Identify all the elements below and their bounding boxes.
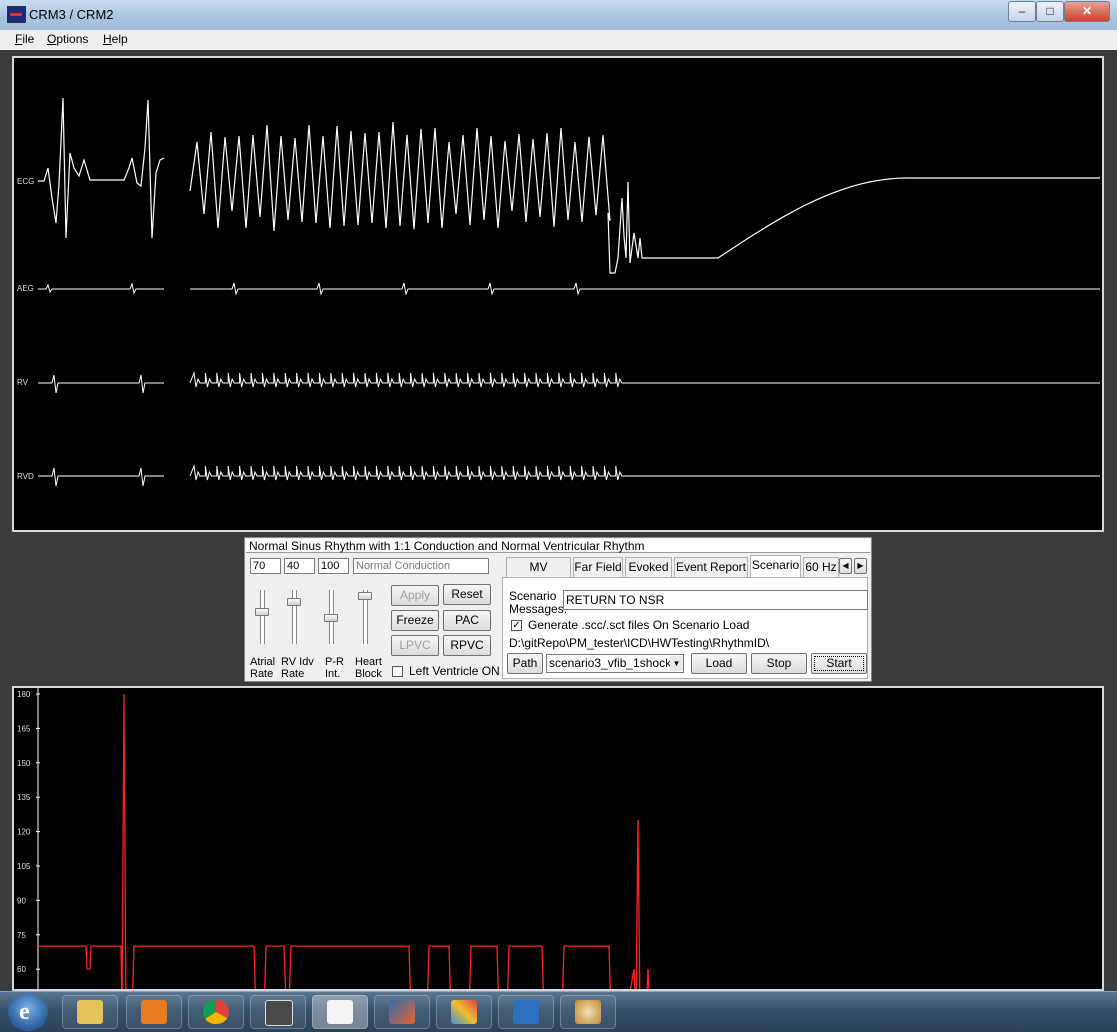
tab-mv-params[interactable]: MV Params. bbox=[506, 557, 571, 593]
window-title: CRM3 / CRM2 bbox=[29, 7, 114, 22]
rate-trend-line bbox=[38, 693, 650, 989]
tab-scenario[interactable]: Scenario bbox=[750, 555, 801, 577]
atrial-rate-label: Atrial Rate bbox=[250, 656, 276, 680]
crm-app-icon[interactable] bbox=[312, 995, 368, 1029]
tab-60hz[interactable]: 60 Hz bbox=[803, 557, 839, 577]
rate-trend-panel: 180 165 150 135 120 105 90 75 60 bbox=[12, 686, 1104, 991]
heart-block-label: Heart Block bbox=[355, 656, 382, 680]
ecg-label: ECG bbox=[17, 177, 34, 186]
minimize-button[interactable]: – bbox=[1008, 1, 1036, 22]
conduction-input[interactable]: Normal Conduction bbox=[353, 558, 489, 574]
close-button[interactable]: ✕ bbox=[1064, 1, 1110, 22]
slider-thumb[interactable] bbox=[324, 614, 338, 622]
stop-button[interactable]: Stop bbox=[751, 653, 807, 674]
start-orb-icon[interactable]: e bbox=[8, 993, 48, 1031]
trend-tick-label: 90 bbox=[17, 896, 26, 905]
pr-int-label: P-R Int. bbox=[325, 656, 344, 680]
aeg-label: AEG bbox=[17, 284, 34, 293]
scenario-messages-label: Scenario Messages: bbox=[509, 589, 568, 616]
load-button[interactable]: Load bbox=[691, 653, 747, 674]
chrome-icon[interactable] bbox=[188, 995, 244, 1029]
rvd-trace bbox=[38, 467, 164, 487]
trend-tick-label: 180 bbox=[17, 690, 31, 699]
explorer-icon[interactable] bbox=[62, 995, 118, 1029]
scenario-messages-field: RETURN TO NSR bbox=[563, 590, 868, 610]
rv-trace bbox=[38, 374, 164, 394]
menu-bar: File Options Help bbox=[0, 30, 1117, 50]
rv-label: RV bbox=[17, 378, 29, 387]
left-ventricle-checkbox[interactable] bbox=[392, 666, 403, 677]
path-button[interactable]: Path bbox=[507, 653, 543, 674]
left-ventricle-label: Left Ventricle ON bbox=[409, 664, 500, 678]
chevron-down-icon[interactable]: ▼ bbox=[670, 656, 683, 671]
window-titlebar[interactable]: CRM3 / CRM2 – □ ✕ bbox=[0, 0, 1117, 31]
media-player-icon[interactable] bbox=[126, 995, 182, 1029]
trend-tick-label: 135 bbox=[17, 793, 31, 802]
trend-tick-label: 105 bbox=[17, 862, 31, 871]
trend-tick-label: 150 bbox=[17, 759, 31, 768]
generate-files-label: Generate .scc/.sct files On Scenario Loa… bbox=[528, 618, 750, 632]
pr-int-input[interactable]: 100 bbox=[318, 558, 349, 574]
atrial-rate-input[interactable]: 70 bbox=[250, 558, 281, 574]
rv-trace-segment bbox=[189, 371, 1100, 388]
egm-waveform-panel: ECG AEG RV RVD bbox=[12, 56, 1104, 532]
tab-evoked[interactable]: Evoked bbox=[625, 557, 672, 577]
menu-help[interactable]: Help bbox=[103, 32, 128, 46]
trend-tick-label: 120 bbox=[17, 828, 31, 837]
trend-tick-label: 60 bbox=[17, 965, 26, 974]
snipping-icon[interactable] bbox=[436, 995, 492, 1029]
menu-options[interactable]: Options bbox=[47, 32, 88, 46]
start-button[interactable]: Start bbox=[811, 653, 867, 674]
rv-idv-rate-input[interactable]: 40 bbox=[284, 558, 315, 574]
tab-scroll-left-icon[interactable]: ◀ bbox=[839, 558, 852, 574]
aeg-trace-segment bbox=[190, 282, 1100, 296]
rv-idv-rate-label: RV Idv Rate bbox=[281, 656, 314, 680]
rate-trend-canvas: 180 165 150 135 120 105 90 75 60 bbox=[17, 688, 650, 989]
freeze-button[interactable]: Freeze bbox=[391, 610, 439, 631]
slider-thumb[interactable] bbox=[358, 592, 372, 600]
tab-far-field[interactable]: Far Field bbox=[573, 557, 623, 577]
apply-button[interactable]: Apply bbox=[391, 585, 439, 606]
slider-thumb[interactable] bbox=[255, 608, 269, 616]
scenario-path-text: D:\gitRepo\PM_tester\ICD\HWTesting\Rhyth… bbox=[509, 636, 770, 650]
rhythm-title: Normal Sinus Rhythm with 1:1 Conduction … bbox=[246, 539, 870, 553]
sublime-icon[interactable] bbox=[250, 995, 306, 1029]
waveform-canvas: ECG AEG RV RVD bbox=[17, 97, 1100, 487]
rvd-trace-segment bbox=[189, 464, 1100, 481]
tab-event-report[interactable]: Event Report bbox=[674, 557, 748, 577]
tab-scroll-right-icon[interactable]: ▶ bbox=[854, 558, 867, 574]
generate-files-checkbox[interactable]: ✓ bbox=[511, 620, 522, 631]
trend-tick-label: 165 bbox=[17, 724, 31, 733]
rpvc-button[interactable]: RPVC bbox=[443, 635, 491, 656]
ecg-trace bbox=[38, 97, 165, 239]
trend-tick-label: 75 bbox=[17, 931, 26, 940]
maximize-button[interactable]: □ bbox=[1036, 1, 1064, 22]
lpvc-button[interactable]: LPVC bbox=[391, 635, 439, 656]
matlab-icon[interactable] bbox=[374, 995, 430, 1029]
reset-button[interactable]: Reset bbox=[443, 584, 491, 605]
aeg-trace bbox=[38, 282, 164, 295]
menu-file[interactable]: File bbox=[15, 32, 34, 46]
rvd-label: RVD bbox=[17, 472, 34, 481]
taskbar: e bbox=[0, 991, 1117, 1032]
virtualbox-icon[interactable] bbox=[498, 995, 554, 1029]
app-icon bbox=[7, 6, 26, 23]
pac-button[interactable]: PAC bbox=[443, 610, 491, 631]
ecg-trace-segment bbox=[189, 121, 1100, 274]
scenario-file-select[interactable]: scenario3_vfib_1shock.s bbox=[546, 654, 684, 673]
rhythm-control-panel: Normal Sinus Rhythm with 1:1 Conduction … bbox=[244, 537, 872, 682]
paint-icon[interactable] bbox=[560, 995, 616, 1029]
slider-thumb[interactable] bbox=[287, 598, 301, 606]
